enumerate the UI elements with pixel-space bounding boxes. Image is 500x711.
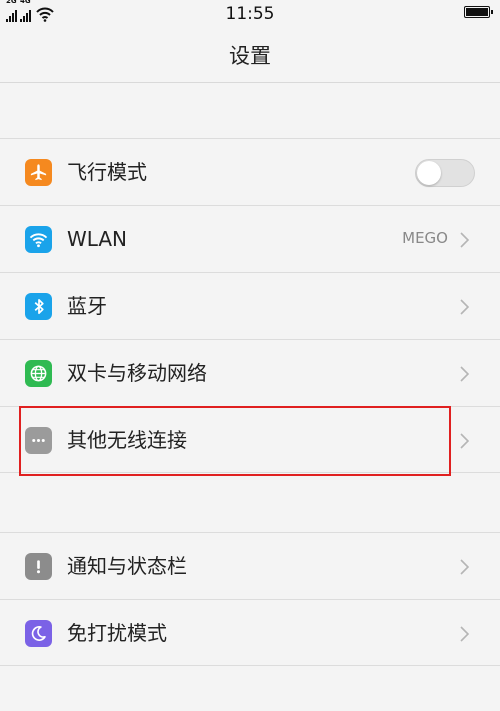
battery-icon — [464, 6, 493, 18]
page-title: 设置 — [229, 44, 271, 68]
setting-notifications-status-bar[interactable]: 通知与状态栏 — [0, 532, 500, 599]
setting-label: 双卡与移动网络 — [67, 361, 207, 385]
setting-bluetooth[interactable]: 蓝牙 — [0, 272, 500, 339]
globe-icon — [25, 360, 52, 387]
moon-icon — [25, 620, 52, 647]
airplane-mode-toggle[interactable] — [415, 159, 475, 187]
setting-label: 其他无线连接 — [67, 428, 187, 452]
setting-do-not-disturb[interactable]: 免打扰模式 — [0, 599, 500, 666]
settings-group-connectivity: 飞行模式 WLAN MEGO 蓝牙 双卡与移动网络 其他无线连接 — [0, 138, 500, 473]
more-icon — [25, 427, 52, 454]
airplane-icon — [25, 159, 52, 186]
bluetooth-icon — [25, 293, 52, 320]
chevron-right-icon — [460, 299, 470, 315]
setting-label: WLAN — [67, 227, 128, 251]
setting-dual-sim-mobile-network[interactable]: 双卡与移动网络 — [0, 339, 500, 406]
status-time: 11:55 — [225, 4, 275, 24]
setting-wlan[interactable]: WLAN MEGO — [0, 205, 500, 272]
setting-airplane-mode[interactable]: 飞行模式 — [0, 138, 500, 205]
header: 设置 — [0, 28, 500, 83]
exclamation-icon — [25, 553, 52, 580]
chevron-right-icon — [460, 626, 470, 642]
status-bar: 2G 4G 11:55 — [0, 0, 500, 28]
chevron-right-icon — [460, 366, 470, 382]
setting-other-wireless-connections[interactable]: 其他无线连接 — [0, 406, 500, 473]
setting-label: 免打扰模式 — [67, 621, 167, 645]
setting-label: 通知与状态栏 — [67, 554, 187, 578]
setting-label: 飞行模式 — [67, 160, 147, 184]
chevron-right-icon — [460, 232, 470, 248]
wifi-icon — [25, 226, 52, 253]
wlan-network-name: MEGO — [402, 229, 448, 247]
chevron-right-icon — [460, 433, 470, 449]
setting-label: 蓝牙 — [67, 294, 107, 318]
settings-group-notifications: 通知与状态栏 免打扰模式 — [0, 532, 500, 666]
chevron-right-icon — [460, 559, 470, 575]
toggle-knob — [417, 161, 441, 185]
